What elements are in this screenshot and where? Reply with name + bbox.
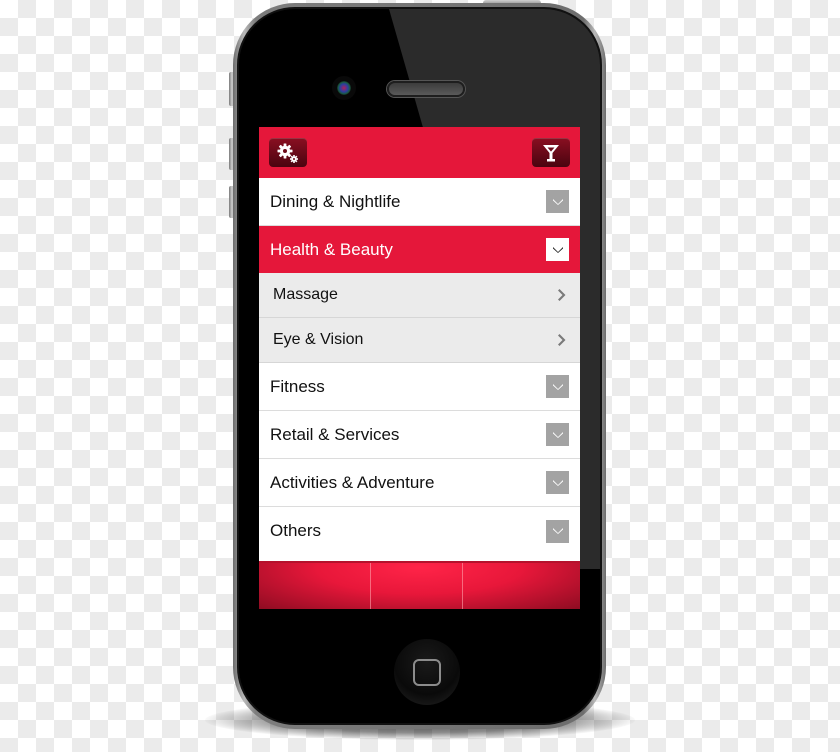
category-activities-adventure[interactable]: Activities & Adventure [259, 459, 580, 507]
chevron-down-icon [552, 431, 563, 438]
gears-icon [277, 143, 298, 163]
category-label: Fitness [270, 376, 325, 396]
category-others[interactable]: Others [259, 507, 580, 555]
expand-toggle[interactable] [546, 375, 569, 398]
tab-2[interactable] [371, 563, 463, 609]
subcategory-label: Eye & Vision [273, 331, 364, 348]
category-fitness[interactable]: Fitness [259, 363, 580, 411]
expand-toggle[interactable] [546, 519, 569, 543]
expand-toggle[interactable] [546, 471, 569, 494]
subcategory-label: Massage [273, 286, 338, 303]
category-retail-services[interactable]: Retail & Services [259, 411, 580, 459]
category-label: Health & Beauty [270, 239, 393, 259]
filter-button[interactable] [532, 138, 570, 167]
chevron-right-icon [558, 334, 566, 346]
home-button[interactable] [394, 639, 460, 705]
phone-frame: Dining & Nightlife Health & Beauty Massa… [233, 3, 606, 729]
tab-1[interactable] [259, 563, 371, 609]
bottom-tab-bar [259, 561, 580, 609]
cocktail-filter-icon [543, 144, 559, 161]
app-screen: Dining & Nightlife Health & Beauty Massa… [259, 127, 580, 609]
phone-face: Dining & Nightlife Health & Beauty Massa… [237, 7, 602, 725]
category-label: Activities & Adventure [270, 472, 435, 492]
expand-toggle[interactable] [546, 423, 569, 446]
category-label: Dining & Nightlife [270, 191, 401, 211]
chevron-down-icon [552, 383, 563, 390]
chevron-down-icon [552, 198, 563, 205]
home-square-icon [413, 658, 441, 686]
chevron-down-icon [552, 246, 563, 253]
front-camera [337, 81, 351, 95]
category-label: Others [270, 521, 322, 540]
expand-toggle[interactable] [546, 190, 569, 213]
chevron-down-icon [552, 479, 563, 486]
category-health-beauty[interactable]: Health & Beauty [259, 226, 580, 273]
subcategory-massage[interactable]: Massage [259, 273, 580, 318]
collapse-toggle[interactable] [546, 238, 569, 261]
subcategory-eye-vision[interactable]: Eye & Vision [259, 318, 580, 363]
app-header [259, 127, 580, 178]
settings-button[interactable] [269, 138, 307, 167]
chevron-down-icon [552, 528, 563, 534]
chevron-right-icon [558, 289, 566, 301]
category-label: Retail & Services [270, 424, 400, 444]
tab-3[interactable] [463, 563, 580, 609]
category-dining-nightlife[interactable]: Dining & Nightlife [259, 178, 580, 226]
earpiece-speaker [387, 81, 465, 97]
